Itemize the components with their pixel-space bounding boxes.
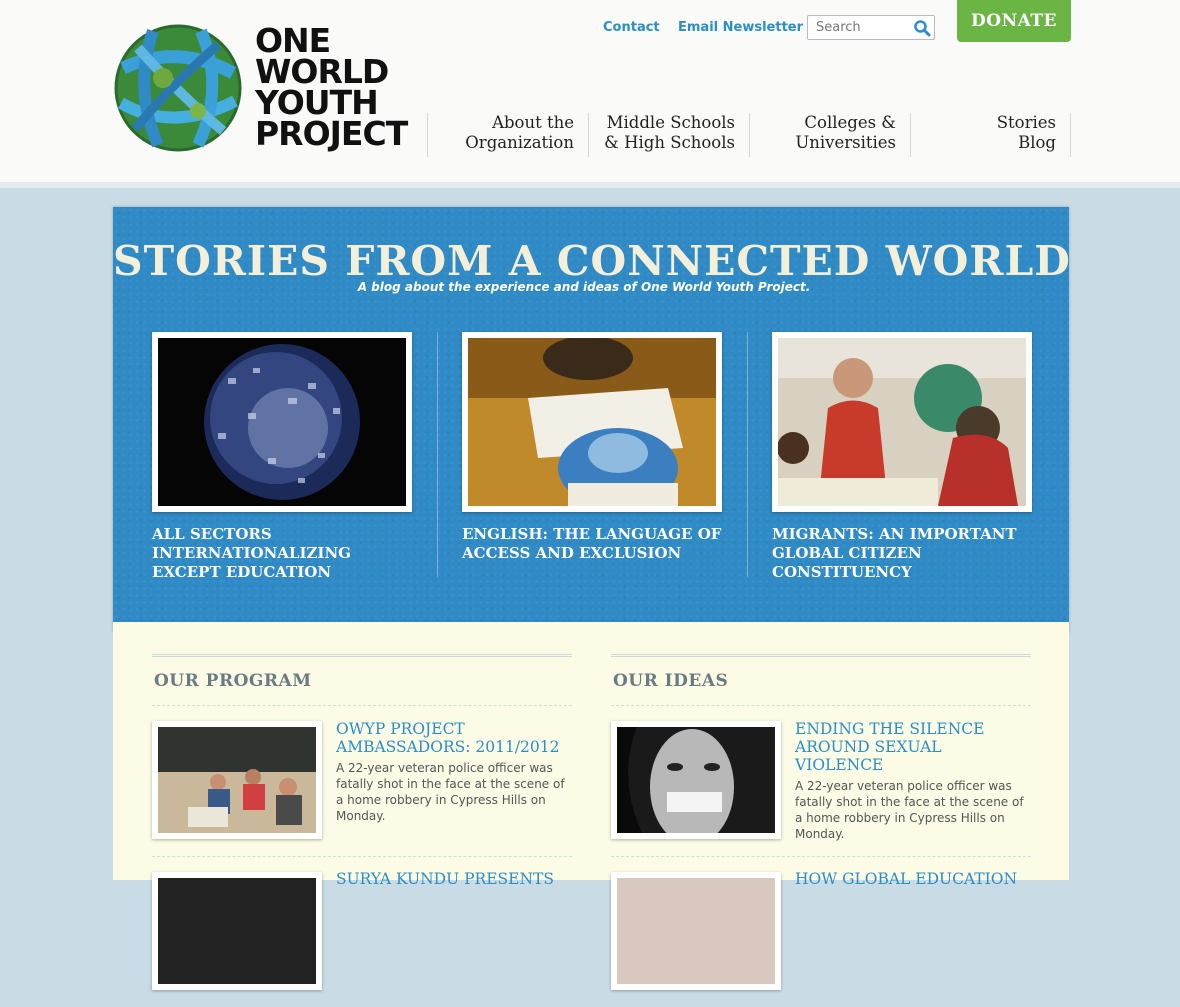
nav-label: Colleges & (804, 113, 896, 132)
email-newsletter-link[interactable]: Email Newsletter (678, 20, 803, 35)
nav-label: Stories (996, 113, 1056, 132)
nav-stories-blog[interactable]: Stories Blog (910, 113, 1071, 157)
story-card[interactable]: English: The Language of Access and Excl… (462, 332, 722, 563)
post-excerpt: A 22-year veteran police officer was fat… (336, 761, 565, 823)
nav-label: Blog (1018, 133, 1056, 152)
our-program-heading: Our Program (154, 671, 312, 691)
nav-about[interactable]: About the Organization (427, 113, 588, 157)
search-icon[interactable] (913, 19, 931, 37)
our-ideas-heading: Our Ideas (613, 671, 729, 691)
story-image-frame[interactable] (772, 332, 1032, 512)
post-title[interactable]: How Global Education (795, 870, 1031, 888)
our-ideas-column: Our Ideas Ending the Silence Around Sexu… (611, 654, 1031, 1007)
globe-mosaic-image (158, 338, 406, 506)
post-item[interactable]: Ending the Silence Around Sexual Violenc… (611, 706, 1031, 856)
nav-label: & High Schools (604, 133, 735, 152)
post-image (158, 878, 316, 984)
post-title[interactable]: OWYP Project Ambassadors: 2011/2012 (336, 720, 572, 756)
contact-link[interactable]: Contact (603, 20, 660, 35)
logo-line: Project (255, 114, 408, 153)
post-title[interactable]: Ending the Silence Around Sexual Violenc… (795, 720, 1031, 774)
post-image (617, 878, 775, 984)
silenced-face-image (617, 727, 775, 845)
nav-label: Universities (795, 133, 896, 152)
post-item[interactable]: OWYP Project Ambassadors: 2011/2012 A 22… (152, 706, 572, 856)
search-box (807, 15, 935, 40)
story-card[interactable]: All Sectors Internationalizing Except Ed… (152, 332, 412, 582)
donate-button[interactable]: DONATE (957, 0, 1071, 42)
nav-label: Middle Schools (606, 113, 735, 132)
post-excerpt: A 22-year veteran police officer was fat… (795, 779, 1024, 841)
post-title[interactable]: Surya Kundu Presents (336, 870, 572, 888)
feature-subtitle: A blog about the experience and ideas of… (357, 280, 811, 294)
lower-content: Our Program OWYP Project Ambassadors: 20… (113, 622, 1069, 990)
story-image-frame[interactable] (152, 332, 412, 512)
nav-colleges-universities[interactable]: Colleges & Universities (749, 113, 910, 157)
teacher-globe-image (777, 338, 1026, 506)
story-image-frame[interactable] (462, 332, 722, 512)
column-rule (152, 654, 572, 657)
post-thumbnail[interactable] (152, 721, 322, 839)
feature-title: STORIES FROM A CONNECTED WORLD (113, 237, 1071, 285)
post-thumbnail[interactable] (611, 872, 781, 990)
story-caption[interactable]: English: The Language of Access and Excl… (462, 525, 722, 563)
classroom-image (158, 727, 316, 833)
post-thumbnail[interactable] (611, 721, 781, 845)
nav-label: About the (492, 113, 574, 132)
story-divider (747, 332, 748, 577)
featured-stories-section: STORIES FROM A CONNECTED WORLD A blog ab… (113, 207, 1071, 632)
site-header: One World Youth Project Contact Email Ne… (0, 0, 1180, 188)
search-input[interactable] (808, 16, 916, 39)
nav-label: Organization (465, 133, 574, 152)
story-caption[interactable]: Migrants: An Important Global Citizen Co… (772, 525, 1032, 582)
story-card[interactable]: Migrants: An Important Global Citizen Co… (772, 332, 1032, 582)
globe-logo-icon[interactable] (113, 23, 243, 153)
story-caption[interactable]: All Sectors Internationalizing Except Ed… (152, 525, 412, 582)
nav-middle-high-schools[interactable]: Middle Schools & High Schools (588, 113, 749, 157)
logo-wordmark[interactable]: One World Youth Project (255, 24, 408, 153)
students-writing-image (468, 336, 716, 508)
our-program-column: Our Program OWYP Project Ambassadors: 20… (152, 654, 572, 1007)
column-rule (611, 654, 1031, 657)
post-thumbnail[interactable] (152, 872, 322, 990)
story-divider (437, 332, 438, 577)
